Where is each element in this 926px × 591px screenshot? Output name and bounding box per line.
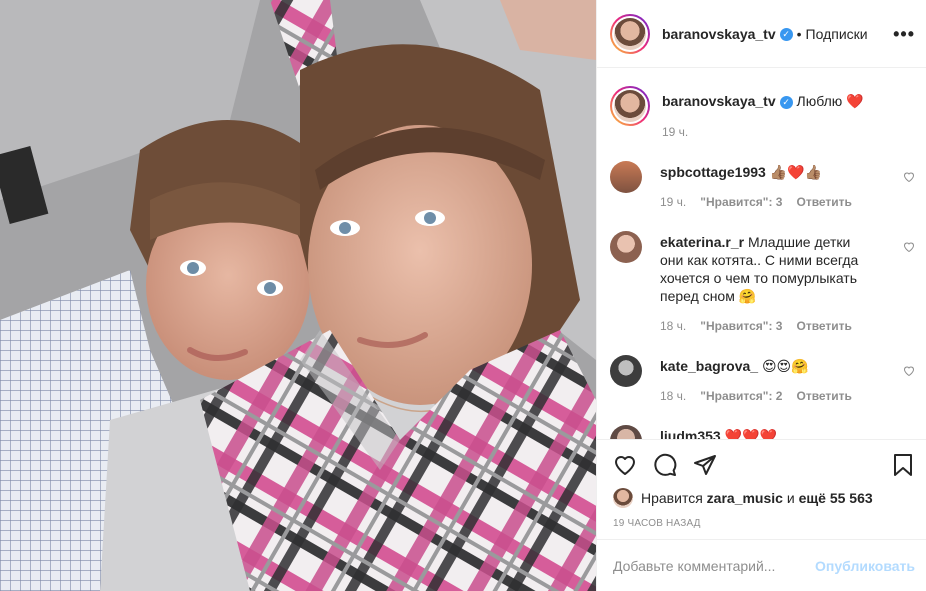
- comment-like-heart-icon[interactable]: [903, 171, 915, 186]
- caption-body: Люблю: [796, 93, 843, 109]
- comment-username[interactable]: liudm353: [660, 428, 721, 439]
- caption-emoji: ❤️: [846, 93, 864, 109]
- likes-count[interactable]: ещё 55 563: [799, 490, 873, 506]
- caption-item: baranovskaya_tv ✓ Люблю ❤️ 19 ч.: [610, 86, 915, 150]
- comment-time[interactable]: 18 ч.: [660, 319, 686, 333]
- comment-meta: 19 ч. "Нравится": 3 Ответить: [660, 195, 866, 209]
- comment-input[interactable]: [613, 557, 816, 574]
- post-photo-art: [0, 0, 596, 591]
- comment-text: ekaterina.r_r Младшие детки они как котя…: [660, 233, 875, 305]
- caption-username[interactable]: baranovskaya_tv: [662, 93, 776, 109]
- comment-text: kate_bagrova_ 😍😍🤗: [660, 357, 875, 375]
- separator-dot: •: [796, 25, 802, 42]
- comment-meta: 18 ч. "Нравится": 3 Ответить: [660, 319, 866, 333]
- post-header: baranovskaya_tv ✓ • Подписки •••: [597, 0, 926, 68]
- comment-time[interactable]: 18 ч.: [660, 389, 686, 403]
- reply-button[interactable]: Ответить: [796, 389, 851, 403]
- comment-item: ekaterina.r_r Младшие детки они как котя…: [610, 231, 915, 341]
- post-time[interactable]: 19 ЧАСОВ НАЗАД: [613, 518, 701, 529]
- comment-username[interactable]: spbcottage1993: [660, 164, 766, 180]
- likes-middle: и: [786, 490, 795, 506]
- caption-text: baranovskaya_tv ✓ Люблю ❤️: [662, 92, 902, 110]
- more-options-icon[interactable]: •••: [893, 24, 915, 45]
- heart-icon[interactable]: [613, 453, 637, 480]
- comment-item: spbcottage1993 👍🏽❤️👍🏽 19 ч. "Нравится": 3…: [610, 161, 915, 211]
- following-button[interactable]: Подписки: [806, 26, 868, 42]
- comment-likes[interactable]: "Нравится": 3: [700, 319, 782, 333]
- comment-icon[interactable]: [653, 453, 677, 480]
- author-avatar[interactable]: [610, 13, 650, 54]
- commenter-avatar[interactable]: [610, 425, 642, 439]
- comments-list[interactable]: baranovskaya_tv ✓ Люблю ❤️ 19 ч. spbcotta…: [597, 69, 926, 439]
- author-info: baranovskaya_tv ✓ • Подписки: [662, 26, 868, 42]
- reply-button[interactable]: Ответить: [796, 195, 851, 209]
- liker-avatar[interactable]: [613, 488, 633, 508]
- likes-summary: Нравится zara_music и ещё 55 563: [613, 488, 873, 508]
- comment-like-heart-icon[interactable]: [903, 241, 915, 256]
- comment-item: kate_bagrova_ 😍😍🤗 18 ч. "Нравится": 2 Отве…: [610, 355, 915, 405]
- comment-meta: 18 ч. "Нравится": 2 Ответить: [660, 389, 866, 403]
- reply-button[interactable]: Ответить: [796, 319, 851, 333]
- comment-body: 👍🏽❤️👍🏽: [769, 164, 823, 180]
- commenter-avatar[interactable]: [610, 161, 642, 193]
- post-photo[interactable]: [0, 0, 596, 591]
- share-icon[interactable]: [693, 453, 717, 480]
- comment-username[interactable]: ekaterina.r_r: [660, 234, 744, 250]
- liker-username[interactable]: zara_music: [707, 490, 783, 506]
- comment-item: liudm353 ❤️❤️❤️: [610, 425, 915, 439]
- comment-likes[interactable]: "Нравится": 3: [700, 195, 782, 209]
- author-username[interactable]: baranovskaya_tv: [662, 26, 776, 42]
- caption-author-avatar[interactable]: [610, 86, 650, 126]
- comment-username[interactable]: kate_bagrova_: [660, 358, 758, 374]
- add-comment-bar: Опубликовать: [597, 539, 926, 591]
- likes-prefix: Нравится: [641, 490, 703, 506]
- comment-body: 😍😍🤗: [761, 358, 809, 374]
- post-side-panel: baranovskaya_tv ✓ • Подписки ••• baranovska…: [596, 0, 926, 591]
- comment-text: liudm353 ❤️❤️❤️: [660, 427, 875, 439]
- bookmark-icon[interactable]: [891, 453, 915, 480]
- comment-time[interactable]: 19 ч.: [660, 195, 686, 209]
- post-actions: Нравится zara_music и ещё 55 563 19 ЧАСО…: [597, 439, 926, 539]
- comment-like-heart-icon[interactable]: [903, 365, 915, 380]
- verified-badge-icon: ✓: [779, 28, 793, 42]
- publish-button[interactable]: Опубликовать: [815, 558, 915, 574]
- caption-time[interactable]: 19 ч.: [662, 125, 688, 139]
- commenter-avatar[interactable]: [610, 355, 642, 387]
- comment-text: spbcottage1993 👍🏽❤️👍🏽: [660, 163, 875, 181]
- verified-badge-icon: ✓: [779, 95, 793, 109]
- comment-body: ❤️❤️❤️: [724, 428, 777, 439]
- comment-likes[interactable]: "Нравится": 2: [700, 389, 782, 403]
- commenter-avatar[interactable]: [610, 231, 642, 263]
